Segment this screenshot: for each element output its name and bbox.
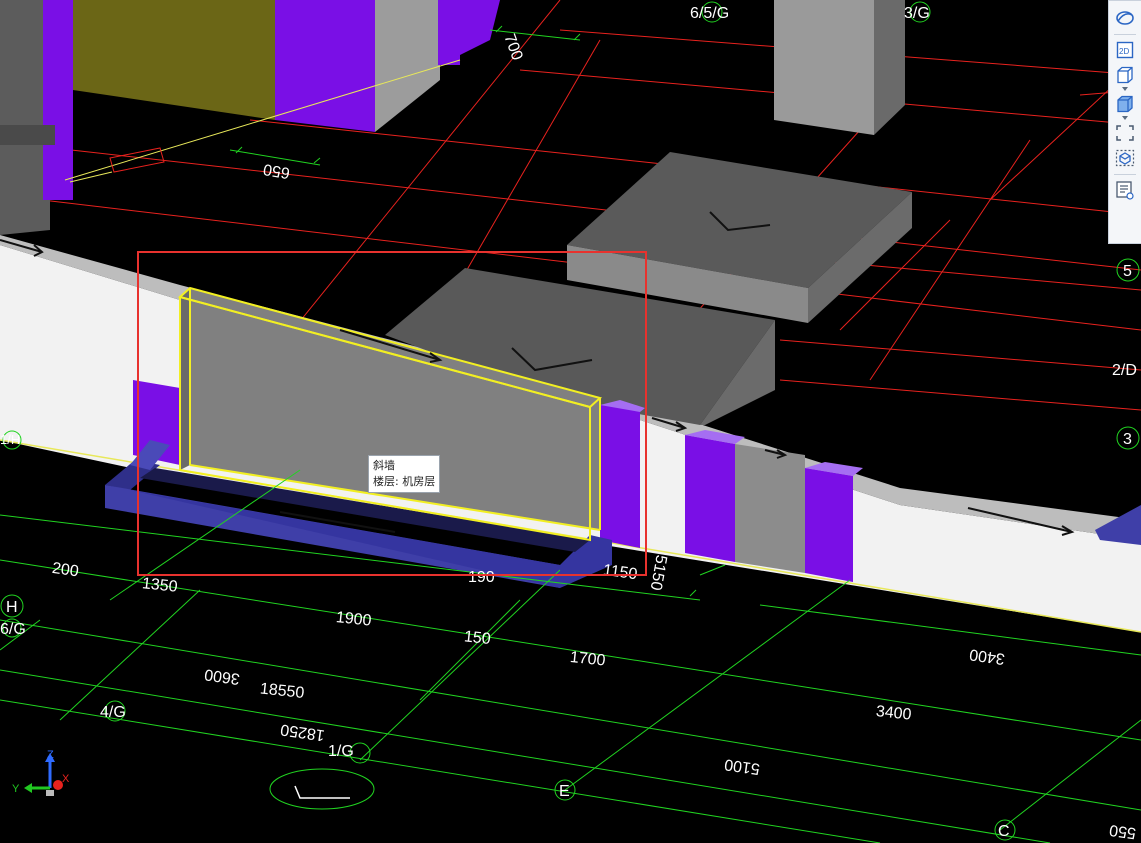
component-tag [69,147,165,183]
tooltip-floor: 楼层: 机房层 [373,475,436,488]
dim-550: 550 [1108,821,1137,842]
axis-5: 5 [1123,263,1132,280]
isolate-cube-icon [1115,149,1135,167]
model-viewport[interactable]: 700 650 200 1350 1900 150 1700 3600 1855… [0,0,1141,843]
dim-3400-lower: 3400 [875,703,912,724]
top-column [774,0,905,135]
dim-1900: 1900 [335,609,372,630]
zoom-extents-icon [1116,125,1134,141]
orbit-button[interactable] [1113,7,1137,29]
axis-h: H [6,599,18,616]
toolbar-separator [1114,34,1136,35]
view-3d-solid-button[interactable] [1113,93,1137,115]
view-3d-box-icon [1117,66,1133,84]
dim-1350: 1350 [141,575,178,596]
view-2d-icon: 2D [1116,41,1134,59]
triad-x-label: X [62,773,70,785]
dim-18550: 18550 [259,680,305,702]
level-marker [294,785,350,799]
property-list-icon [1116,181,1134,200]
axis-2-d: 2/D [1112,362,1137,379]
dim-650: 650 [262,160,291,181]
isolate-cube-button[interactable] [1113,147,1137,169]
dim-190: 190 [468,569,495,586]
view-solid-dropdown-caret[interactable] [1122,116,1128,120]
axis-6-g: 6/G [0,621,26,638]
dim-700: 700 [500,32,525,63]
scene-canvas[interactable]: 700 650 200 1350 1900 150 1700 3600 1855… [0,0,1141,843]
axis-4-g: 4/G [100,704,126,721]
axis-3: 3 [1123,431,1132,448]
axis-6-5-g: 6/5/G [690,5,729,22]
triad-y-label: Y [12,783,20,795]
view-3d-box-button[interactable] [1113,64,1137,86]
axis-3-g: 3/G [904,5,930,22]
dim-200: 200 [51,560,80,581]
dim-3400-upper: 3400 [968,645,1006,667]
view-3d-solid-icon [1117,95,1133,113]
dim-3600: 3600 [203,665,241,687]
dim-1150: 1150 [602,562,639,584]
view-toolbar: 2D [1108,0,1141,244]
axis-1-g: 1/G [328,743,354,760]
element-tooltip: 斜墙 楼层: 机房层 [368,455,441,493]
tooltip-title: 斜墙 [373,459,395,472]
toolbar-separator-2 [1114,174,1136,175]
axis-c: C [998,823,1010,840]
axis-1-h: 1/H [0,432,20,447]
dim-5100: 5100 [723,755,761,777]
dim-5150: 5150 [647,554,670,592]
zoom-extents-button[interactable] [1113,122,1137,144]
orbit-icon [1116,11,1134,25]
coordinate-triad: Z Y X [12,749,70,796]
view-3d-dropdown-caret[interactable] [1122,87,1128,91]
property-list-button[interactable] [1113,179,1137,201]
dim-150: 150 [463,628,491,648]
dim-1700: 1700 [569,649,606,670]
dim-18250: 18250 [279,720,326,743]
top-left-structures [0,0,500,235]
view-2d-button[interactable]: 2D [1113,39,1137,61]
triad-z-label: Z [47,749,54,761]
view-2d-label: 2D [1119,47,1129,56]
axis-e: E [559,783,570,800]
